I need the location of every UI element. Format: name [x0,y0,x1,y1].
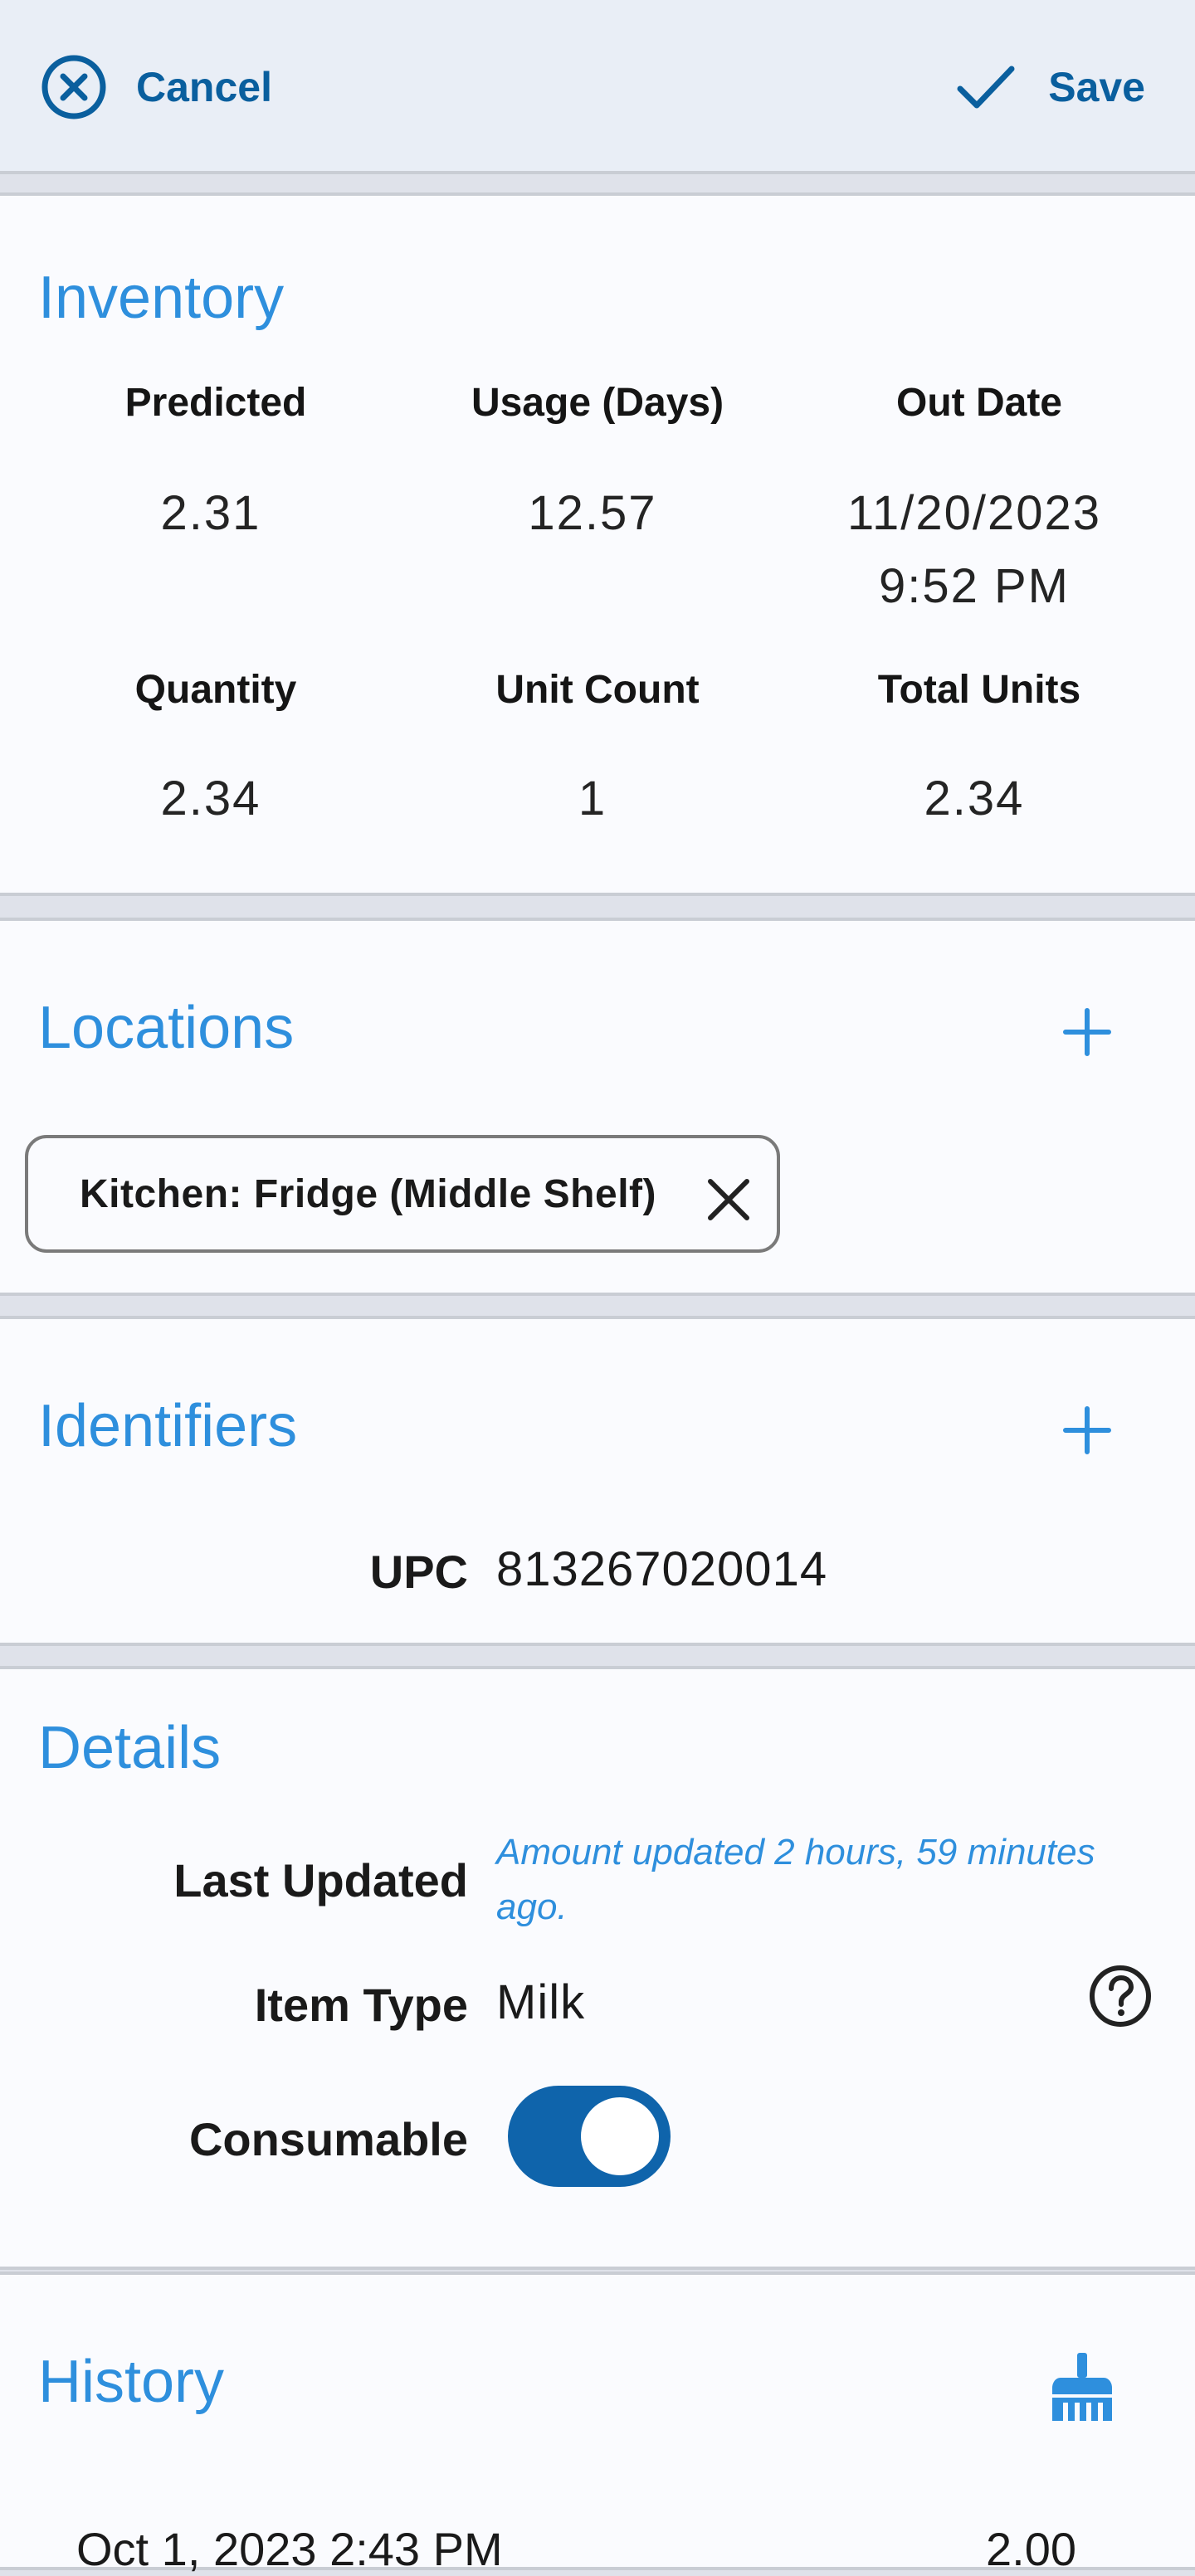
history-title: History [38,2349,225,2415]
out-date-value: 11/20/2023 [847,486,1101,540]
inventory-title: Inventory [38,265,285,331]
predicted-value: 2.31 [160,486,261,540]
location-chip-label: Kitchen: Fridge (Middle Shelf) [80,1171,656,1216]
unit-count-value: 1 [578,772,607,825]
locations-title: Locations [38,995,295,1061]
total-units-header: Total Units [877,668,1081,712]
cancel-circle-icon [41,55,106,119]
item-type-label: Item Type [254,1979,468,2031]
save-label: Save [1048,64,1145,110]
broom-icon[interactable] [1049,2351,1115,2423]
identifier-value[interactable]: 813267020014 [496,1541,827,1597]
toggle-knob [581,2097,659,2175]
out-date-time: 9:52 PM [879,559,1070,613]
total-units-value: 2.34 [924,772,1025,825]
close-icon[interactable] [705,1176,752,1223]
location-chip[interactable]: Kitchen: Fridge (Middle Shelf) [25,1135,780,1253]
identifier-type: UPC [369,1546,468,1598]
history-entry-amount: 2.00 [986,2523,1076,2575]
history-entry-date: Oct 1, 2023 2:43 PM [76,2523,503,2575]
save-button[interactable]: Save [957,50,1145,124]
help-icon[interactable] [1087,1963,1154,2029]
details-title: Details [38,1715,222,1781]
usage-days-header: Usage (Days) [471,381,724,425]
consumable-label: Consumable [188,2113,468,2165]
usage-days-value: 12.57 [528,486,657,540]
predicted-header: Predicted [124,381,307,425]
quantity-header: Quantity [134,668,297,712]
checkmark-icon [957,66,1015,109]
unit-count-header: Unit Count [495,668,700,712]
last-updated-value: Amount updated 2 hours, 59 minutes ago. [496,1832,1095,1927]
item-type-value[interactable]: Milk [496,1975,585,2030]
add-location-icon[interactable] [1062,1007,1112,1057]
last-updated-label: Last Updated [173,1854,468,1906]
quantity-value: 2.34 [160,772,261,825]
cancel-label: Cancel [136,64,272,110]
out-date-header: Out Date [895,381,1062,425]
add-identifier-icon[interactable] [1062,1405,1112,1455]
cancel-button[interactable]: Cancel [40,50,272,124]
consumable-toggle[interactable] [508,2086,671,2187]
identifiers-title: Identifiers [38,1393,298,1459]
top-app-bar: Cancel Save [0,0,1195,174]
